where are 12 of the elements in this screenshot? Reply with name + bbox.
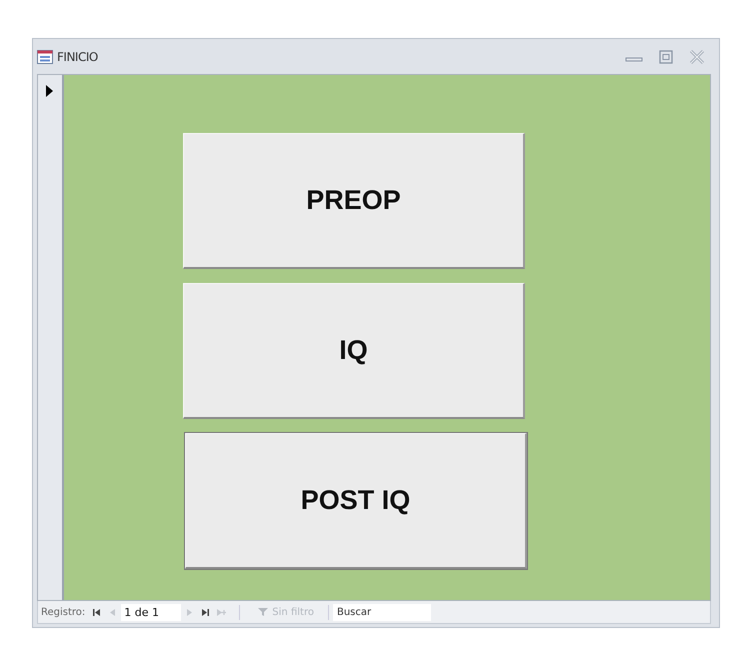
form-button[interactable]: PREOP [183,133,525,269]
funnel-icon [258,607,268,617]
form-button[interactable]: IQ [183,283,525,419]
record-label: Registro: [40,606,86,618]
close-icon[interactable] [689,48,705,64]
maximize-icon[interactable] [659,50,673,64]
record-position-field[interactable]: 1 de 1 [121,604,182,620]
record-pointer-icon [46,85,53,97]
form-button[interactable]: POST IQ [185,433,527,569]
window-title: FINICIO [57,50,98,64]
form-icon [37,50,53,64]
search-field[interactable]: Buscar [332,604,431,620]
